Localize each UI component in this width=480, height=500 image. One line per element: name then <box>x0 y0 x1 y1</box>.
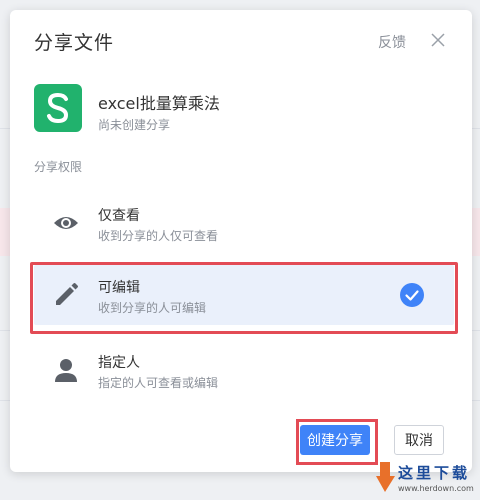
share-file-dialog: 分享文件 反馈 excel批量算乘法 尚未创建分享 分享权限 仅查看 收到分享的… <box>10 10 472 472</box>
dialog-title: 分享文件 <box>34 32 115 54</box>
file-share-status: 尚未创建分享 <box>98 118 171 132</box>
permission-view-only[interactable]: 仅查看 收到分享的人仅可查看 <box>34 193 454 253</box>
s-letter-icon <box>47 93 69 123</box>
pencil-icon <box>56 283 78 305</box>
eye-icon <box>54 217 78 229</box>
permission-title: 指定人 <box>98 355 140 371</box>
permission-title: 仅查看 <box>98 208 140 224</box>
permission-desc: 收到分享的人仅可查看 <box>98 229 219 243</box>
create-share-button[interactable]: 创建分享 <box>300 425 370 455</box>
permission-desc: 指定的人可查看或编辑 <box>98 376 219 390</box>
cancel-button[interactable]: 取消 <box>394 425 444 455</box>
feedback-link[interactable]: 反馈 <box>378 32 406 52</box>
watermark-url: www.herdown.com <box>398 484 474 493</box>
download-arrow-icon <box>376 462 395 492</box>
permission-title: 可编辑 <box>98 280 140 296</box>
person-icon <box>55 359 77 382</box>
watermark-text: 这里下载 <box>398 464 471 482</box>
checkmark-icon <box>400 283 424 307</box>
close-icon[interactable] <box>430 32 446 48</box>
share-permission-label: 分享权限 <box>34 160 83 174</box>
permission-desc: 收到分享的人可编辑 <box>98 301 207 315</box>
spreadsheet-file-icon <box>34 84 82 132</box>
permission-specified-person[interactable]: 指定人 指定的人可查看或编辑 <box>34 340 454 400</box>
permission-editable[interactable]: 可编辑 收到分享的人可编辑 <box>34 265 454 325</box>
file-name: excel批量算乘法 <box>98 94 220 113</box>
site-watermark: 这里下载 www.herdown.com <box>376 458 478 498</box>
